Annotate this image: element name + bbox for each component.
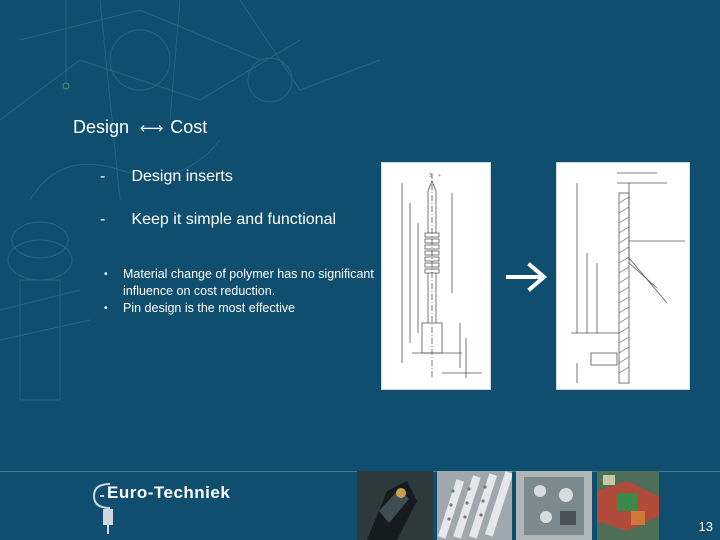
dash-mark: - [100, 211, 106, 228]
title-right: Cost [170, 117, 208, 137]
product-photo-thumbnail [357, 471, 433, 540]
simplified-drawing-svg [571, 172, 685, 384]
bullet-item: • Material change of polymer has no sign… [104, 266, 374, 300]
bullet-mark: • [104, 303, 108, 314]
dash-item: - Design inserts [100, 168, 233, 186]
product-photo-thumbnail [516, 471, 592, 540]
product-photo-thumbnail [437, 471, 512, 540]
bullet-mark: • [104, 269, 108, 280]
logo-text: Euro-Techniek [107, 483, 231, 502]
pin-drawing-simplified [556, 162, 690, 390]
slide: Design ←→ Cost - Design inserts - Keep i… [0, 0, 720, 540]
bullet-list: • Material change of polymer has no sign… [104, 266, 374, 317]
svg-text:+: + [438, 173, 441, 179]
dash-mark: - [100, 168, 106, 185]
product-photo-thumbnail [597, 471, 659, 540]
double-arrow-icon: ←→ [140, 119, 163, 137]
title-left: Design [73, 117, 130, 137]
background-line-art [0, 0, 380, 401]
dash-item-text: Design inserts [131, 168, 233, 185]
right-arrow-icon [506, 262, 548, 292]
dash-item-text: Keep it simple and functional [131, 211, 337, 228]
dash-item: - Keep it simple and functional [100, 211, 336, 229]
pin-drawing-original: S + [381, 162, 491, 390]
pin-drawing-svg: S + [401, 173, 482, 378]
slide-title: Design ←→ Cost [73, 117, 207, 138]
bullet-text: Material change of polymer has no signif… [123, 267, 374, 298]
bullet-text: Pin design is the most effective [123, 301, 296, 315]
page-number: 13 [698, 519, 713, 534]
bullet-item: • Pin design is the most effective [104, 300, 374, 317]
